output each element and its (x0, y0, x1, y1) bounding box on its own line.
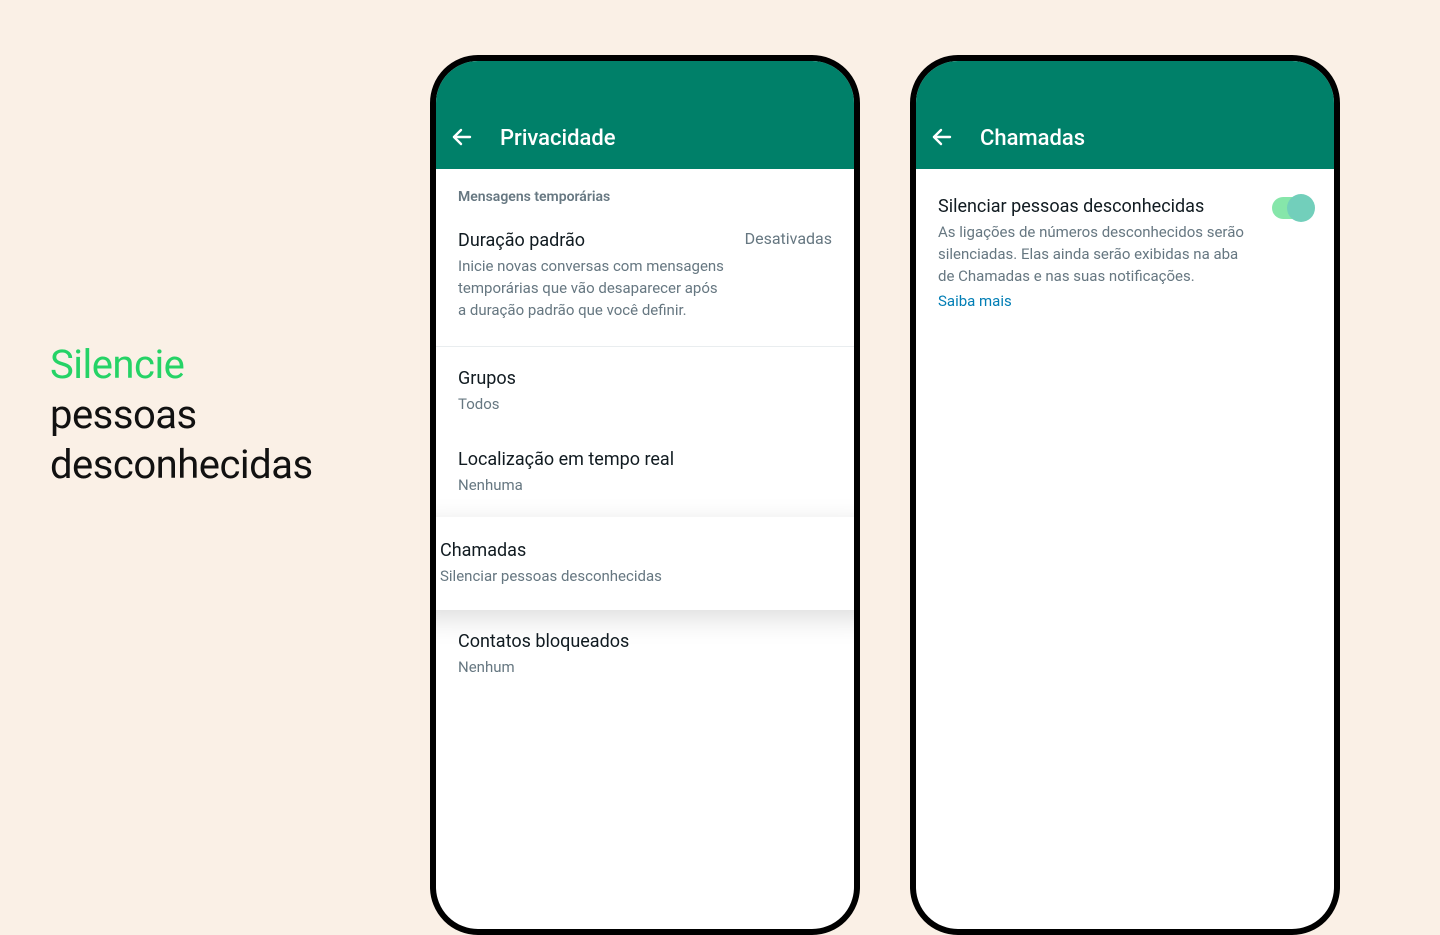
divider (436, 346, 854, 347)
row-blocked-contacts[interactable]: Contatos bloqueados Nenhum (436, 614, 854, 695)
row-desc: As ligações de números desconhecidos ser… (938, 222, 1256, 287)
row-title: Contatos bloqueados (458, 630, 832, 653)
arrow-left-icon (930, 125, 954, 149)
arrow-left-icon (450, 125, 474, 149)
row-title: Localização em tempo real (458, 448, 832, 471)
row-title: Duração padrão (458, 229, 729, 252)
row-desc: Silenciar pessoas desconhecidas (440, 566, 850, 588)
marketing-headline: Silencie pessoas desconhecidas (50, 340, 313, 490)
calls-content: Silenciar pessoas desconhecidas As ligaç… (916, 169, 1334, 326)
headline-line1: Silencie (50, 340, 313, 390)
row-desc: Nenhum (458, 657, 832, 679)
section-header-temp-messages: Mensagens temporárias (436, 169, 854, 213)
learn-more-link[interactable]: Saiba mais (938, 292, 1012, 310)
appbar-calls: Chamadas (916, 61, 1334, 169)
privacy-content: Mensagens temporárias Duração padrão Ini… (436, 169, 854, 695)
row-silence-unknown[interactable]: Silenciar pessoas desconhecidas As ligaç… (916, 169, 1334, 326)
headline-line3: desconhecidas (50, 440, 313, 490)
row-value: Desativadas (745, 229, 832, 322)
row-title: Chamadas (440, 539, 850, 562)
row-groups[interactable]: Grupos Todos (436, 351, 854, 432)
headline-line2: pessoas (50, 390, 313, 440)
row-title: Grupos (458, 367, 832, 390)
row-title: Silenciar pessoas desconhecidas (938, 195, 1256, 218)
appbar-privacy: Privacidade (436, 61, 854, 169)
row-desc: Inicie novas conversas com mensagens tem… (458, 256, 729, 321)
row-live-location[interactable]: Localização em tempo real Nenhuma (436, 432, 854, 513)
row-calls-highlighted[interactable]: Chamadas Silenciar pessoas desconhecidas (430, 517, 860, 610)
silence-unknown-toggle[interactable] (1272, 197, 1312, 219)
phone-calls: Chamadas Silenciar pessoas desconhecidas… (910, 55, 1340, 935)
appbar-title: Privacidade (500, 126, 616, 151)
phone-privacy: Privacidade Mensagens temporárias Duraçã… (430, 55, 860, 935)
back-button[interactable] (928, 123, 956, 151)
back-button[interactable] (448, 123, 476, 151)
row-default-duration[interactable]: Duração padrão Inicie novas conversas co… (436, 213, 854, 338)
appbar-title: Chamadas (980, 126, 1085, 151)
row-desc: Nenhuma (458, 475, 832, 497)
row-desc: Todos (458, 394, 832, 416)
